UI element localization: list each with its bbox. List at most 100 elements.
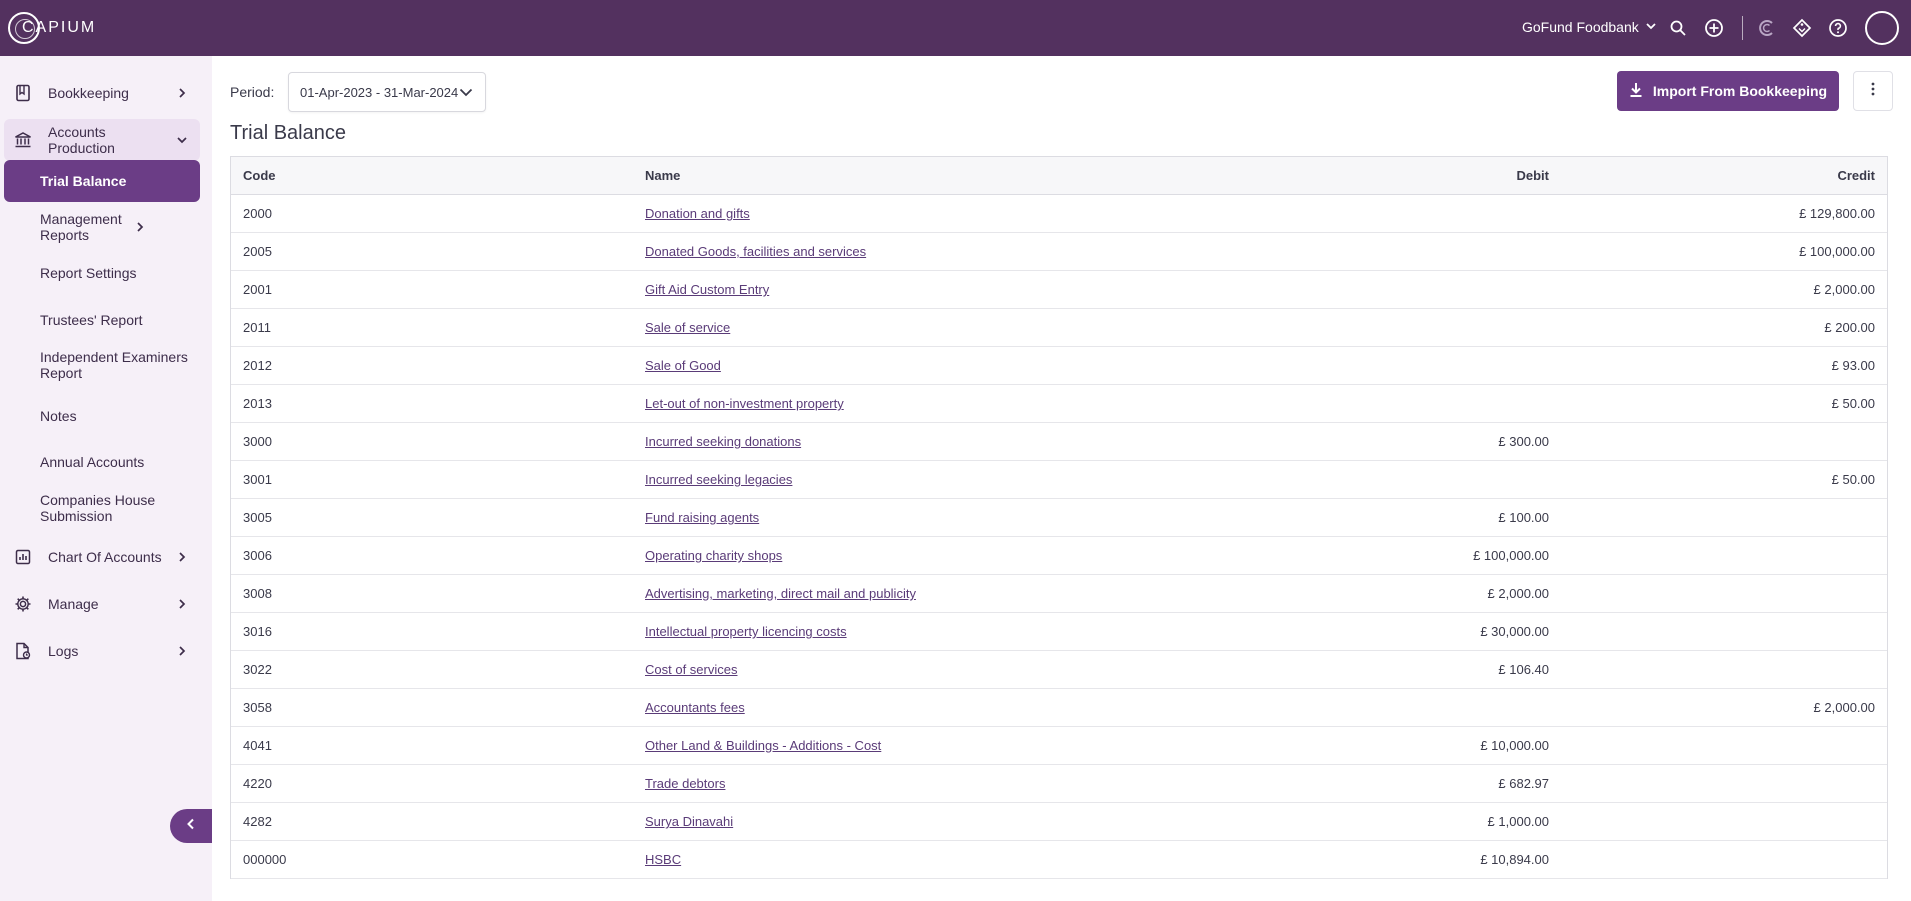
account-name-cell: Intellectual property licencing costs <box>645 624 1285 639</box>
column-header-code[interactable]: Code <box>231 168 645 183</box>
account-name-link[interactable]: Advertising, marketing, direct mail and … <box>645 586 916 601</box>
column-header-name[interactable]: Name <box>645 168 1285 183</box>
table-header: Code Name Debit Credit <box>231 157 1887 195</box>
account-name-link[interactable]: Intellectual property licencing costs <box>645 624 847 639</box>
account-name-cell: Let-out of non-investment property <box>645 396 1285 411</box>
sidebar-item-manage[interactable]: Manage <box>4 583 200 625</box>
account-code-cell: 3016 <box>243 624 272 639</box>
collapse-sidebar-button[interactable] <box>170 809 212 843</box>
account-name-link[interactable]: Let-out of non-investment property <box>645 396 844 411</box>
table-body: 2000 Donation and gifts £ 129,800.00 2005 Do… <box>231 195 1887 879</box>
tag-icon[interactable] <box>1790 16 1814 40</box>
sidebar-subitem-label: Trial Balance <box>40 173 127 189</box>
debit-cell: £ 1,000.00 <box>1487 814 1549 829</box>
sidebar-subitem-independent-examiners-report[interactable]: Independent Examiners Report <box>4 344 200 386</box>
capium-c-icon[interactable] <box>1755 16 1779 40</box>
sidebar-item-logs[interactable]: Logs <box>4 630 200 672</box>
account-name-cell: Other Land & Buildings - Additions - Cos… <box>645 738 1285 753</box>
add-circle-icon[interactable] <box>1702 16 1726 40</box>
table-row: 3006 Operating charity shops £ 100,000.00 <box>231 537 1887 575</box>
account-name-link[interactable]: Trade debtors <box>645 776 725 791</box>
debit-cell: £ 10,000.00 <box>1480 738 1549 753</box>
credit-cell: £ 2,000.00 <box>1813 282 1875 297</box>
credit-cell: £ 93.00 <box>1831 358 1875 373</box>
account-name-link[interactable]: Incurred seeking legacies <box>645 472 792 487</box>
credit-cell: £ 50.00 <box>1831 472 1875 487</box>
account-code-cell: 2000 <box>243 206 272 221</box>
chevron-right-icon <box>172 83 192 103</box>
main-content: Period: 01-Apr-2023 - 31-Mar-2024 Import… <box>212 56 1911 901</box>
sidebar-item-label: Manage <box>48 596 99 612</box>
table-row: 000000 HSBC £ 10,894.00 <box>231 841 1887 879</box>
chevron-down-icon <box>1645 19 1657 35</box>
search-icon[interactable] <box>1666 16 1690 40</box>
sidebar-item-accounts-production[interactable]: Accounts Production <box>4 119 200 161</box>
sidebar-subitem-label: Notes <box>40 408 77 424</box>
account-name-link[interactable]: HSBC <box>645 852 681 867</box>
account-code-cell: 3022 <box>243 662 272 677</box>
sidebar-subitem-management-reports[interactable]: Management Reports <box>4 206 200 248</box>
account-code-cell: 2011 <box>243 320 271 335</box>
logo-text: CAPIUM <box>22 19 97 36</box>
chevron-down-icon <box>457 83 475 104</box>
chevron-down-icon <box>172 130 192 150</box>
sidebar-item-label: Accounts Production <box>48 124 115 156</box>
more-options-button[interactable] <box>1853 71 1893 111</box>
account-name-link[interactable]: Sale of service <box>645 320 730 335</box>
header-divider <box>1742 16 1743 40</box>
sidebar-subitem-annual-accounts[interactable]: Annual Accounts <box>4 441 200 483</box>
account-name-link[interactable]: Fund raising agents <box>645 510 759 525</box>
account-code-cell: 3058 <box>243 700 272 715</box>
account-name-link[interactable]: Donated Goods, facilities and services <box>645 244 866 259</box>
help-icon[interactable] <box>1826 16 1850 40</box>
chevron-right-icon <box>172 547 192 567</box>
account-name-cell: Trade debtors <box>645 776 1285 791</box>
account-name-link[interactable]: Accountants fees <box>645 700 745 715</box>
sidebar-subitem-companies-house-submission[interactable]: Companies House Submission <box>4 487 200 529</box>
column-header-debit[interactable]: Debit <box>1285 168 1550 183</box>
account-code-cell: 2012 <box>243 358 272 373</box>
sidebar-item-chart-of-accounts[interactable]: Chart Of Accounts <box>4 536 200 578</box>
debit-cell: £ 10,894.00 <box>1480 852 1549 867</box>
sidebar-subitem-notes[interactable]: Notes <box>4 395 200 437</box>
table-row: 2005 Donated Goods, facilities and servic… <box>231 233 1887 271</box>
account-name-link[interactable]: Other Land & Buildings - Additions - Cos… <box>645 738 881 753</box>
user-avatar[interactable] <box>1865 11 1899 45</box>
sidebar-item-label: Logs <box>48 643 79 659</box>
sidebar-item-bookkeeping[interactable]: Bookkeeping <box>4 72 200 114</box>
account-name-link[interactable]: Cost of services <box>645 662 737 677</box>
account-name-link[interactable]: Incurred seeking donations <box>645 434 801 449</box>
account-name-link[interactable]: Sale of Good <box>645 358 721 373</box>
column-header-credit[interactable]: Credit <box>1549 168 1887 183</box>
sidebar-subitem-trustees-report[interactable]: Trustees' Report <box>4 299 200 341</box>
capium-logo[interactable]: CAPIUM <box>8 12 94 44</box>
sidebar-subitem-report-settings[interactable]: Report Settings <box>4 252 200 294</box>
sidebar-subitem-label: Companies House Submission <box>40 492 156 524</box>
account-code-cell: 3001 <box>243 472 272 487</box>
sidebar-subitem-trial-balance[interactable]: Trial Balance <box>4 160 200 202</box>
trial-balance-table: Code Name Debit Credit 2000 Donation and … <box>230 156 1888 879</box>
log-icon <box>12 640 34 662</box>
table-row: 2012 Sale of Good £ 93.00 <box>231 347 1887 385</box>
account-name-link[interactable]: Surya Dinavahi <box>645 814 733 829</box>
account-name-link[interactable]: Gift Aid Custom Entry <box>645 282 769 297</box>
account-name-cell: Fund raising agents <box>645 510 1285 525</box>
account-name-cell: Incurred seeking donations <box>645 434 1285 449</box>
import-from-bookkeeping-button[interactable]: Import From Bookkeeping <box>1617 71 1839 111</box>
period-value: 01-Apr-2023 - 31-Mar-2024 <box>300 84 459 100</box>
sidebar-subitem-label: Report Settings <box>40 265 137 281</box>
table-row: 2013 Let-out of non-investment property £ … <box>231 385 1887 423</box>
period-select[interactable]: 01-Apr-2023 - 31-Mar-2024 <box>288 72 486 112</box>
import-button-label: Import From Bookkeeping <box>1652 83 1828 99</box>
account-code-cell: 3005 <box>243 510 272 525</box>
debit-cell: £ 106.40 <box>1498 662 1549 677</box>
account-name-link[interactable]: Donation and gifts <box>645 206 750 221</box>
organisation-selector[interactable]: GoFund Foodbank <box>1522 19 1657 35</box>
account-name-cell: Sale of service <box>645 320 1285 335</box>
download-icon <box>1629 82 1643 101</box>
account-name-cell: Gift Aid Custom Entry <box>645 282 1285 297</box>
account-name-cell: Advertising, marketing, direct mail and … <box>645 586 1285 601</box>
table-row: 4282 Surya Dinavahi £ 1,000.00 <box>231 803 1887 841</box>
table-row: 2001 Gift Aid Custom Entry £ 2,000.00 <box>231 271 1887 309</box>
account-name-link[interactable]: Operating charity shops <box>645 548 782 563</box>
